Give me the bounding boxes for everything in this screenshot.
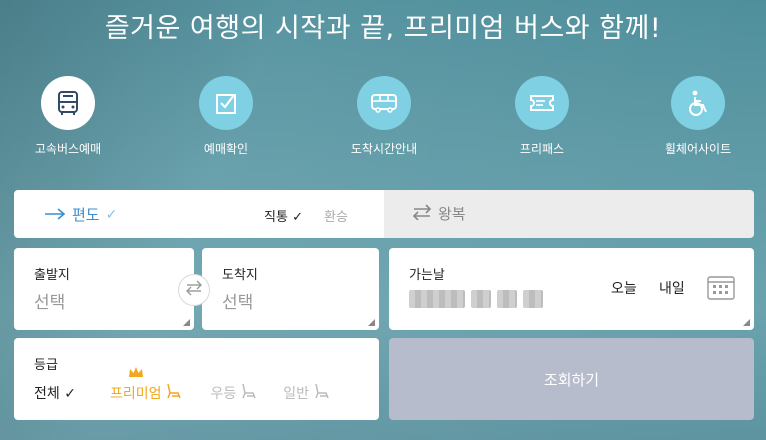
menu-item-label: 휠체어사이트 — [664, 142, 732, 156]
checkbox-icon — [199, 76, 253, 130]
grade-standard-label: 일반 — [283, 386, 310, 402]
menu-item-label: 도착시간안내 — [350, 142, 418, 156]
seat-icon — [164, 382, 182, 404]
departure-value: 선택 — [34, 293, 66, 313]
menu-item-booking-check[interactable]: 예매확인 — [166, 76, 286, 157]
grade-option-all[interactable]: 전체 ✓ — [34, 383, 76, 403]
page-headline: 즐거운 여행의 시작과 끝, 프리미엄 버스와 함께! — [104, 13, 662, 44]
direct-option[interactable]: 직통 ✓ — [264, 206, 303, 225]
arrival-label: 도착지 — [222, 268, 258, 283]
ticket-icon — [515, 76, 569, 130]
main-menu: 고속버스예매 예매확인 도착시간안내 프리패스 휠체어사이트 — [0, 76, 766, 166]
departure-label: 출발지 — [34, 268, 70, 283]
grade-label: 등급 — [34, 358, 58, 373]
tab-oneway[interactable]: 편도 ✓ 직통 ✓ 환승 — [14, 190, 384, 238]
calendar-icon[interactable] — [707, 274, 735, 304]
seat-icon — [239, 382, 257, 404]
tab-roundtrip[interactable]: 왕복 — [384, 190, 754, 238]
direct-label: 직통 — [264, 210, 288, 225]
transfer-option[interactable]: 환승 — [324, 206, 348, 225]
bus-icon — [41, 76, 95, 130]
tomorrow-button[interactable]: 내일 — [659, 278, 685, 298]
today-button[interactable]: 오늘 — [611, 278, 637, 298]
swap-route-button[interactable] — [178, 274, 210, 306]
search-button[interactable]: 조회하기 — [389, 338, 754, 420]
menu-item-wheelchair-site[interactable]: 휠체어사이트 — [638, 76, 758, 157]
menu-item-label: 프리패스 — [519, 142, 565, 156]
arrival-value: 선택 — [222, 293, 254, 313]
bus-arrival-icon — [357, 76, 411, 130]
menu-item-arrival-time[interactable]: 도착시간안내 — [324, 76, 444, 157]
corner-marker — [743, 319, 750, 326]
grade-options: 전체 ✓ 프리미엄 우등 일반 — [34, 367, 330, 404]
crown-icon — [128, 366, 144, 382]
oneway-option[interactable]: 편도 ✓ — [44, 204, 117, 225]
check-icon: ✓ — [64, 386, 76, 402]
swap-arrows-icon — [185, 280, 203, 300]
grade-all-label: 전체 — [34, 386, 60, 402]
corner-marker — [183, 319, 190, 326]
grade-option-premium[interactable]: 프리미엄 — [109, 367, 183, 404]
grade-option-standard[interactable]: 일반 — [283, 382, 330, 404]
menu-item-express-booking[interactable]: 고속버스예매 — [8, 76, 128, 157]
menu-item-label: 고속버스예매 — [34, 142, 102, 156]
check-icon: ✓ — [105, 206, 118, 223]
date-value-obscured — [409, 290, 543, 308]
seat-icon — [312, 382, 330, 404]
check-icon: ✓ — [292, 210, 303, 225]
wheelchair-icon — [671, 76, 725, 130]
departure-field[interactable]: 출발지 선택 — [14, 248, 194, 330]
arrow-right-icon — [44, 206, 66, 224]
grade-premium-label: 프리미엄 — [109, 386, 162, 402]
swap-arrows-icon — [412, 203, 432, 224]
corner-marker — [368, 319, 375, 326]
date-label: 가는날 — [409, 268, 445, 283]
grade-field: 등급 전체 ✓ 프리미엄 우등 일반 — [14, 338, 379, 420]
oneway-label: 편도 — [72, 206, 100, 224]
menu-item-free-pass[interactable]: 프리패스 — [482, 76, 602, 157]
roundtrip-option: 왕복 — [412, 203, 466, 224]
menu-item-label: 예매확인 — [203, 142, 249, 156]
departure-date-field[interactable]: 가는날 오늘 내일 — [389, 248, 754, 330]
grade-option-superior[interactable]: 우등 — [210, 382, 257, 404]
roundtrip-label: 왕복 — [438, 205, 466, 223]
trip-type-bar: 편도 ✓ 직통 ✓ 환승 왕복 — [14, 190, 754, 238]
grade-superior-label: 우등 — [210, 386, 237, 402]
arrival-field[interactable]: 도착지 선택 — [202, 248, 379, 330]
